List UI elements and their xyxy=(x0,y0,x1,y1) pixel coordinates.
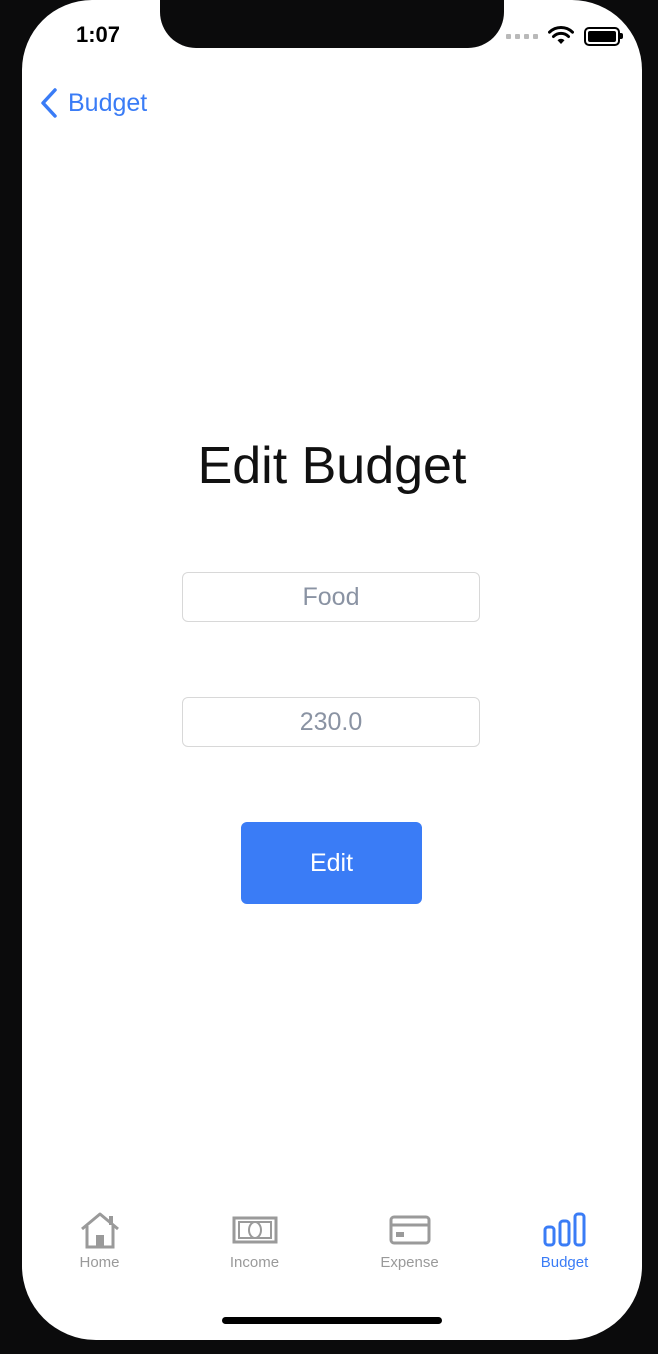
tab-budget[interactable]: Budget xyxy=(487,1210,642,1290)
home-indicator xyxy=(222,1317,442,1324)
edit-button[interactable]: Edit xyxy=(241,822,422,904)
tab-home-label: Home xyxy=(79,1254,120,1271)
wifi-icon xyxy=(548,26,574,44)
cash-icon xyxy=(232,1216,277,1244)
back-button-label: Budget xyxy=(68,88,148,117)
tab-home[interactable]: Home xyxy=(22,1210,177,1290)
budget-amount-field[interactable]: 230.0 xyxy=(182,697,480,747)
tab-budget-label: Budget xyxy=(540,1254,589,1271)
page-title: Edit Budget xyxy=(197,437,467,495)
status-icons xyxy=(506,26,623,46)
tab-expense[interactable]: Expense xyxy=(332,1210,487,1290)
bar-chart-icon xyxy=(543,1212,585,1247)
budget-name-field[interactable]: Food xyxy=(182,572,480,622)
tab-income[interactable]: Income xyxy=(177,1210,332,1290)
app-screen: 1:07 Budget Edit Budget Food 230.0 Edit … xyxy=(22,0,642,1340)
back-button[interactable]: Budget xyxy=(40,88,147,118)
battery-icon xyxy=(584,26,623,46)
notch xyxy=(160,0,504,48)
budget-amount-placeholder: 230.0 xyxy=(299,707,363,736)
device-frame: 1:07 Budget Edit Budget Food 230.0 Edit … xyxy=(0,0,658,1354)
status-time: 1:07 xyxy=(76,22,121,47)
cellular-signal-icon xyxy=(506,33,538,39)
budget-name-placeholder: Food xyxy=(302,582,360,611)
chevron-left-icon xyxy=(41,88,57,118)
tab-bar: Home Income Expense Budget xyxy=(22,1210,642,1290)
card-icon xyxy=(389,1215,430,1245)
tab-expense-label: Expense xyxy=(380,1254,439,1271)
home-icon xyxy=(80,1212,119,1249)
tab-income-label: Income xyxy=(229,1254,280,1271)
